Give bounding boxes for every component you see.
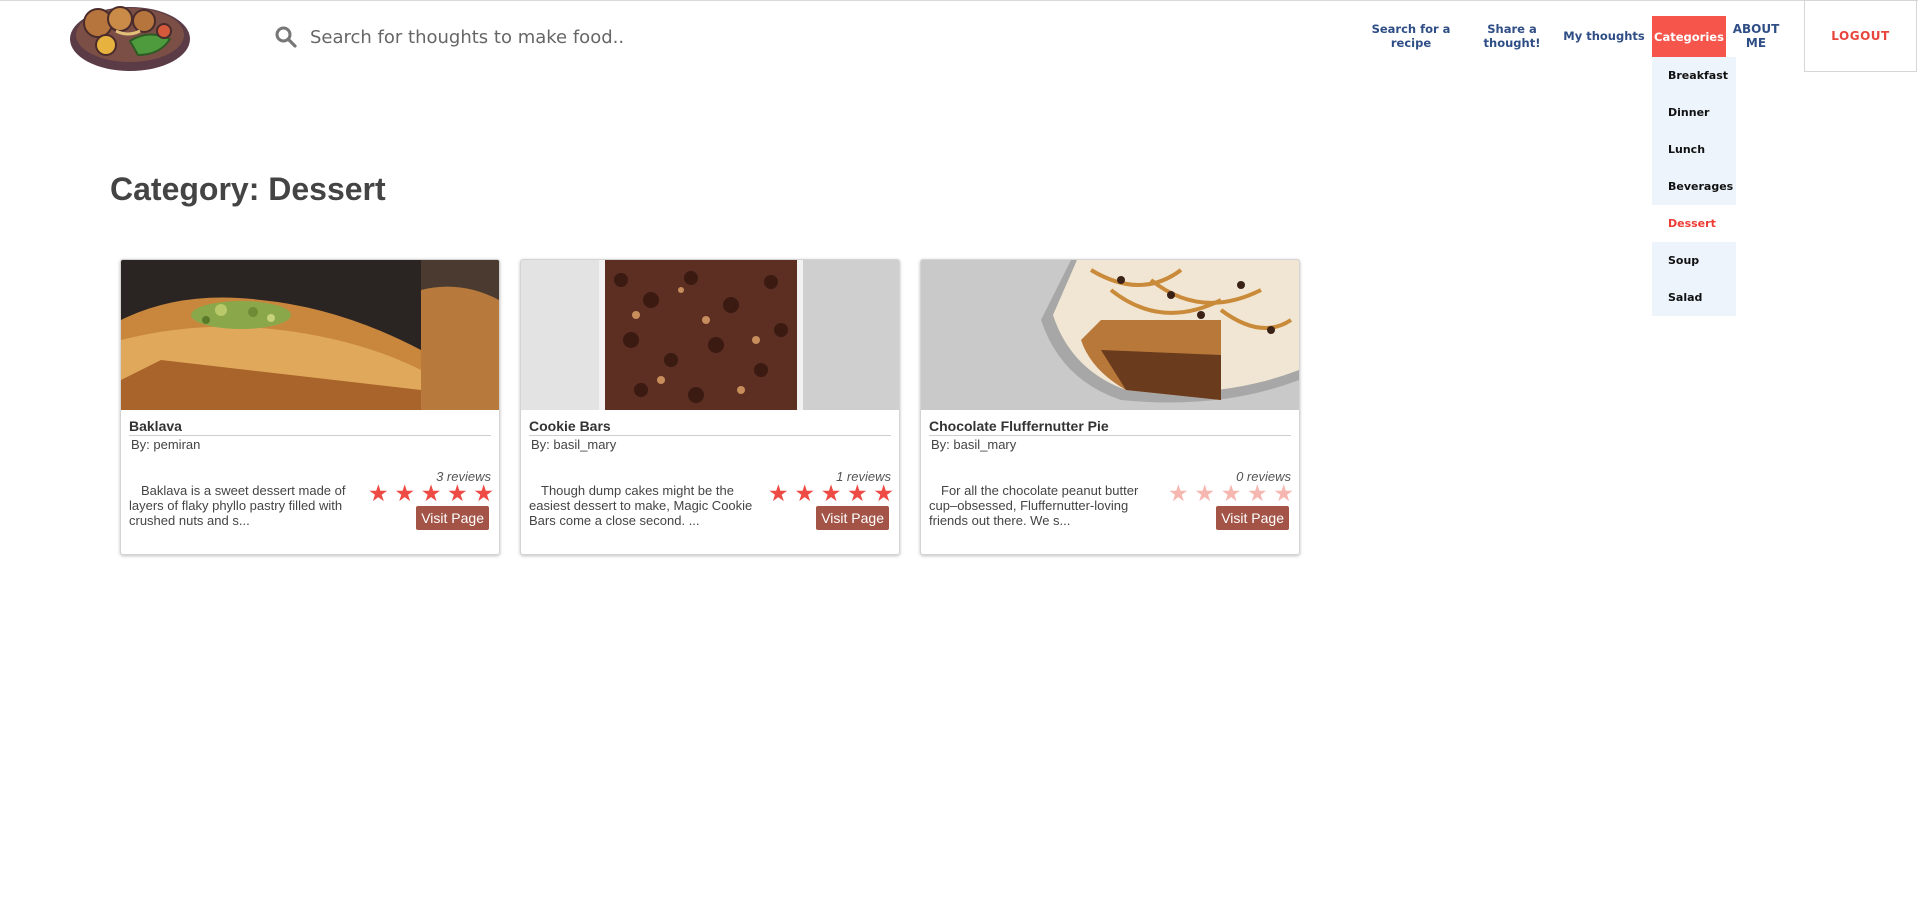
visit-page-button[interactable]: Visit Page	[816, 506, 889, 530]
logout-button[interactable]: LOGOUT	[1804, 0, 1917, 72]
search-input[interactable]	[308, 25, 832, 49]
recipe-image-cookie-bars	[521, 260, 899, 410]
star-icon: ★	[1194, 480, 1215, 506]
recipe-author: By: basil_mary	[531, 437, 617, 452]
star-icon: ★	[420, 480, 442, 506]
dropdown-item-salad[interactable]: Salad	[1652, 279, 1736, 316]
recipe-name[interactable]: Chocolate Fluffernutter Pie	[929, 418, 1291, 436]
recipe-author: By: pemiran	[131, 437, 201, 452]
star-icon: ★	[1273, 480, 1294, 506]
dropdown-item-soup[interactable]: Soup	[1652, 242, 1736, 279]
star-icon: ★	[794, 480, 815, 506]
search-icon[interactable]	[274, 25, 298, 49]
recipe-name[interactable]: Baklava	[129, 418, 491, 436]
star-icon: ★	[1220, 480, 1242, 506]
nav-categories[interactable]: Categories	[1652, 16, 1726, 57]
visit-page-button[interactable]: Visit Page	[416, 506, 489, 530]
star-icon: ★	[368, 480, 389, 506]
recipe-author: By: basil_mary	[931, 437, 1017, 452]
recipe-description: Baklava is a sweet dessert made of layer…	[129, 483, 346, 528]
star-icon: ★	[473, 480, 494, 506]
nav-my-thoughts[interactable]: My thoughts	[1562, 16, 1646, 56]
dropdown-item-breakfast[interactable]: Breakfast	[1652, 57, 1736, 94]
rating-stars: ★ ★ ★ ★ ★	[768, 482, 894, 505]
nav-share-thought[interactable]: Share a thought!	[1466, 16, 1558, 56]
rating-stars: ★ ★ ★ ★ ★	[368, 482, 494, 505]
dropdown-item-lunch[interactable]: Lunch	[1652, 131, 1736, 168]
star-icon: ★	[447, 480, 468, 506]
top-border	[0, 0, 1918, 1]
recipe-description: For all the chocolate peanut butter cup–…	[929, 483, 1139, 528]
nav-search-recipe[interactable]: Search for a recipe	[1365, 16, 1457, 56]
recipe-image-baklava	[121, 260, 499, 410]
visit-page-button[interactable]: Visit Page	[1216, 506, 1289, 530]
star-icon: ★	[873, 480, 894, 506]
dropdown-item-beverages[interactable]: Beverages	[1652, 168, 1736, 205]
star-icon: ★	[1168, 480, 1189, 506]
dropdown-item-dinner[interactable]: Dinner	[1652, 94, 1736, 131]
star-icon: ★	[820, 480, 842, 506]
star-icon: ★	[847, 480, 868, 506]
recipe-card-chocolate-fluffernutter-pie: Chocolate Fluffernutter Pie By: basil_ma…	[920, 259, 1300, 555]
recipe-name[interactable]: Cookie Bars	[529, 418, 891, 436]
recipe-image-fluffernutter-pie	[921, 260, 1299, 410]
dropdown-item-dessert[interactable]: Dessert	[1652, 205, 1736, 242]
recipe-description: Though dump cakes might be the easiest d…	[529, 483, 753, 528]
page-title: Category: Dessert	[110, 171, 386, 207]
star-icon: ★	[768, 480, 789, 506]
recipe-card-baklava: Baklava By: pemiran 3 reviews Baklava is…	[120, 259, 500, 555]
search-bar[interactable]	[274, 22, 874, 52]
logo-food-bowl-icon[interactable]	[68, 1, 192, 73]
star-icon: ★	[394, 480, 415, 506]
categories-dropdown: Breakfast Dinner Lunch Beverages Dessert…	[1652, 57, 1736, 316]
rating-stars: ★ ★ ★ ★ ★	[1168, 482, 1294, 505]
star-icon: ★	[1247, 480, 1268, 506]
nav-about-me[interactable]: ABOUT ME	[1730, 16, 1782, 56]
recipe-card-cookie-bars: Cookie Bars By: basil_mary 1 reviews Tho…	[520, 259, 900, 555]
